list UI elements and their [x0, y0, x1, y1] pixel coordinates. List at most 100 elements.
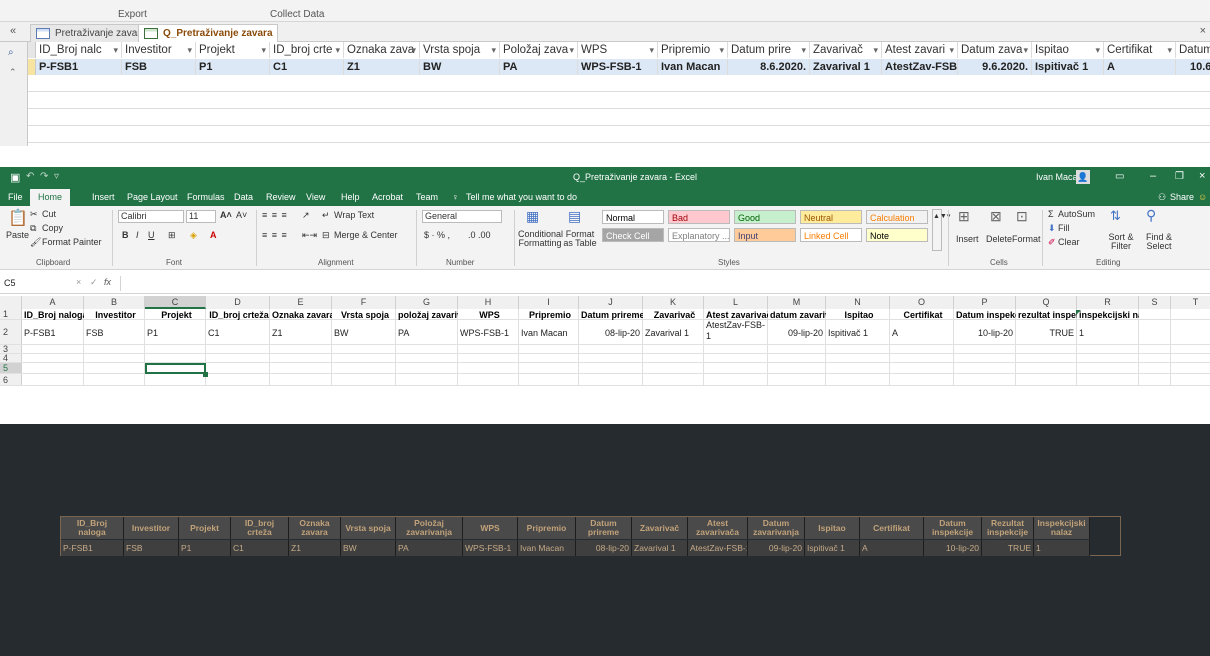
share-button[interactable]: Share: [1170, 192, 1194, 202]
data-cell[interactable]: P-FSB1: [22, 327, 84, 339]
underline-icon[interactable]: U: [148, 230, 155, 240]
data-cell[interactable]: Zavarival 1: [643, 327, 704, 339]
tab-insert[interactable]: Insert: [92, 192, 115, 202]
delete-button[interactable]: Delete: [986, 234, 1012, 244]
tab-help[interactable]: Help: [341, 192, 360, 202]
column-header[interactable]: Vrsta spoja: [420, 42, 500, 58]
share-icon[interactable]: ⚇: [1158, 192, 1166, 203]
data-cell[interactable]: C1: [206, 327, 270, 339]
header-cell[interactable]: rezultat inspekcij: [1016, 310, 1077, 320]
tab-data[interactable]: Data: [234, 192, 253, 202]
gallery-scroll-icon[interactable]: ▲▼▾: [932, 209, 950, 251]
wrap-text-button[interactable]: Wrap Text: [334, 210, 374, 220]
merge-center-button[interactable]: Merge & Center: [334, 230, 398, 240]
paste-button[interactable]: Paste: [6, 230, 29, 240]
data-cell[interactable]: 09-lip-20: [768, 327, 826, 339]
column-header[interactable]: WPS: [578, 42, 658, 58]
column-header-k[interactable]: K: [643, 296, 704, 309]
column-header-h[interactable]: H: [458, 296, 519, 309]
data-cell[interactable]: P1: [196, 59, 270, 75]
data-cell[interactable]: WPS-FSB-1: [458, 327, 519, 339]
column-header-d[interactable]: D: [206, 296, 270, 309]
smiley-icon[interactable]: ☺: [1198, 192, 1207, 202]
column-header-i[interactable]: I: [519, 296, 579, 309]
data-cell[interactable]: PA: [396, 327, 458, 339]
header-cell[interactable]: Datum inspekcije: [954, 310, 1016, 320]
chevron-up-icon[interactable]: ⌃: [9, 67, 17, 78]
data-cell[interactable]: Ispitivač 1: [826, 327, 890, 339]
header-cell[interactable]: Oznaka zavara: [270, 310, 332, 320]
indent-icons[interactable]: ⇤⇥: [302, 230, 317, 241]
cell-style-explanatory-[interactable]: Explanatory ...: [668, 228, 730, 242]
undo-icon[interactable]: ↶: [26, 171, 34, 182]
borders-icon[interactable]: ⊞: [168, 230, 176, 241]
header-cell[interactable]: Pripremio: [519, 310, 579, 320]
header-cell[interactable]: datum zavarivan: [768, 310, 826, 320]
data-cell[interactable]: 10.6.2020.: [1176, 59, 1210, 75]
header-cell[interactable]: Ispitao: [826, 310, 890, 320]
tab-q-pretrazivanje-zavara[interactable]: Q_Pretraživanje zavara: [138, 24, 278, 42]
column-header-j[interactable]: J: [579, 296, 643, 309]
selected-cell-c5[interactable]: [145, 363, 206, 374]
shrink-font-icon[interactable]: A˅: [236, 210, 247, 220]
cut-button[interactable]: Cut: [42, 209, 56, 219]
data-cell[interactable]: Ivan Macan: [519, 327, 579, 339]
data-cell[interactable]: 9.6.2020.: [958, 59, 1032, 75]
empty-row[interactable]: [28, 76, 1210, 92]
column-header[interactable]: ID_Broj nalc: [36, 42, 122, 58]
data-cell[interactable]: 10-lip-20: [954, 327, 1016, 339]
tab-formulas[interactable]: Formulas: [187, 192, 225, 202]
ribbon-display-icon[interactable]: ▭: [1115, 171, 1124, 182]
column-header-f[interactable]: F: [332, 296, 396, 309]
tab-review[interactable]: Review: [266, 192, 296, 202]
column-header[interactable]: Ispitao: [1032, 42, 1104, 58]
currency-percent-icons[interactable]: $ · % ,: [424, 230, 450, 240]
cell-style-linked-cell[interactable]: Linked Cell: [800, 228, 862, 242]
column-header[interactable]: Datum inspe: [1176, 42, 1210, 58]
column-header[interactable]: Investitor: [122, 42, 196, 58]
decimal-icons[interactable]: .0 .00: [468, 230, 491, 240]
cell-style-good[interactable]: Good: [734, 210, 796, 224]
tab-acrobat[interactable]: Acrobat: [372, 192, 403, 202]
autosum-button[interactable]: AutoSum: [1058, 209, 1095, 219]
header-cell[interactable]: ID_Broj naloga: [22, 310, 84, 320]
data-cell[interactable]: 08-lip-20: [579, 327, 643, 339]
column-header[interactable]: Datum zava: [958, 42, 1032, 58]
column-header-t[interactable]: T: [1171, 296, 1210, 309]
cell-style-normal[interactable]: Normal: [602, 210, 664, 224]
column-header-r[interactable]: R: [1077, 296, 1139, 309]
insert-button[interactable]: Insert: [956, 234, 979, 244]
italic-icon[interactable]: I: [136, 230, 139, 240]
column-header[interactable]: ID_broj crte: [270, 42, 344, 58]
column-header-a[interactable]: A: [22, 296, 84, 309]
tell-me-search[interactable]: Tell me what you want to do: [466, 192, 577, 202]
copy-button[interactable]: Copy: [42, 223, 63, 233]
table-row[interactable]: P-FSB1 FSB P1 C1 Z1 BW PA WPS-FSB-1 Ivan Macan 8.…: [28, 59, 1210, 75]
column-header-b[interactable]: B: [84, 296, 145, 309]
navigation-pane[interactable]: ⌕ ⌃: [0, 42, 28, 146]
tab-pretrazivanje-zavara[interactable]: Pretraživanje zavara: [30, 24, 152, 42]
format-as-table-button[interactable]: Format as Table: [562, 230, 598, 248]
cell-style-neutral[interactable]: Neutral: [800, 210, 862, 224]
header-cell[interactable]: inspekcijski nalaz: [1077, 310, 1139, 320]
restore-icon[interactable]: ❐: [1175, 171, 1184, 182]
redo-icon[interactable]: ↷: [40, 171, 48, 182]
header-cell[interactable]: Atest zavarivača: [704, 310, 768, 320]
bold-icon[interactable]: B: [122, 230, 129, 240]
data-cell[interactable]: P1: [145, 327, 206, 339]
column-header[interactable]: Položaj zava: [500, 42, 578, 58]
column-header-m[interactable]: M: [768, 296, 826, 309]
header-cell[interactable]: ID_broj crteža: [206, 310, 270, 320]
data-cell[interactable]: BW: [420, 59, 500, 75]
sort-filter-button[interactable]: Sort & Filter: [1104, 233, 1138, 251]
data-cell[interactable]: Z1: [344, 59, 420, 75]
data-cell[interactable]: FSB: [122, 59, 196, 75]
name-box[interactable]: C5: [4, 278, 68, 291]
cancel-icon[interactable]: ×: [76, 277, 81, 287]
column-header-s[interactable]: S: [1139, 296, 1171, 309]
data-cell[interactable]: 1: [1077, 327, 1139, 339]
empty-row[interactable]: [28, 127, 1210, 143]
empty-row[interactable]: [28, 110, 1210, 126]
format-painter-button[interactable]: Format Painter: [42, 237, 102, 247]
column-header[interactable]: Zavarivač: [810, 42, 882, 58]
